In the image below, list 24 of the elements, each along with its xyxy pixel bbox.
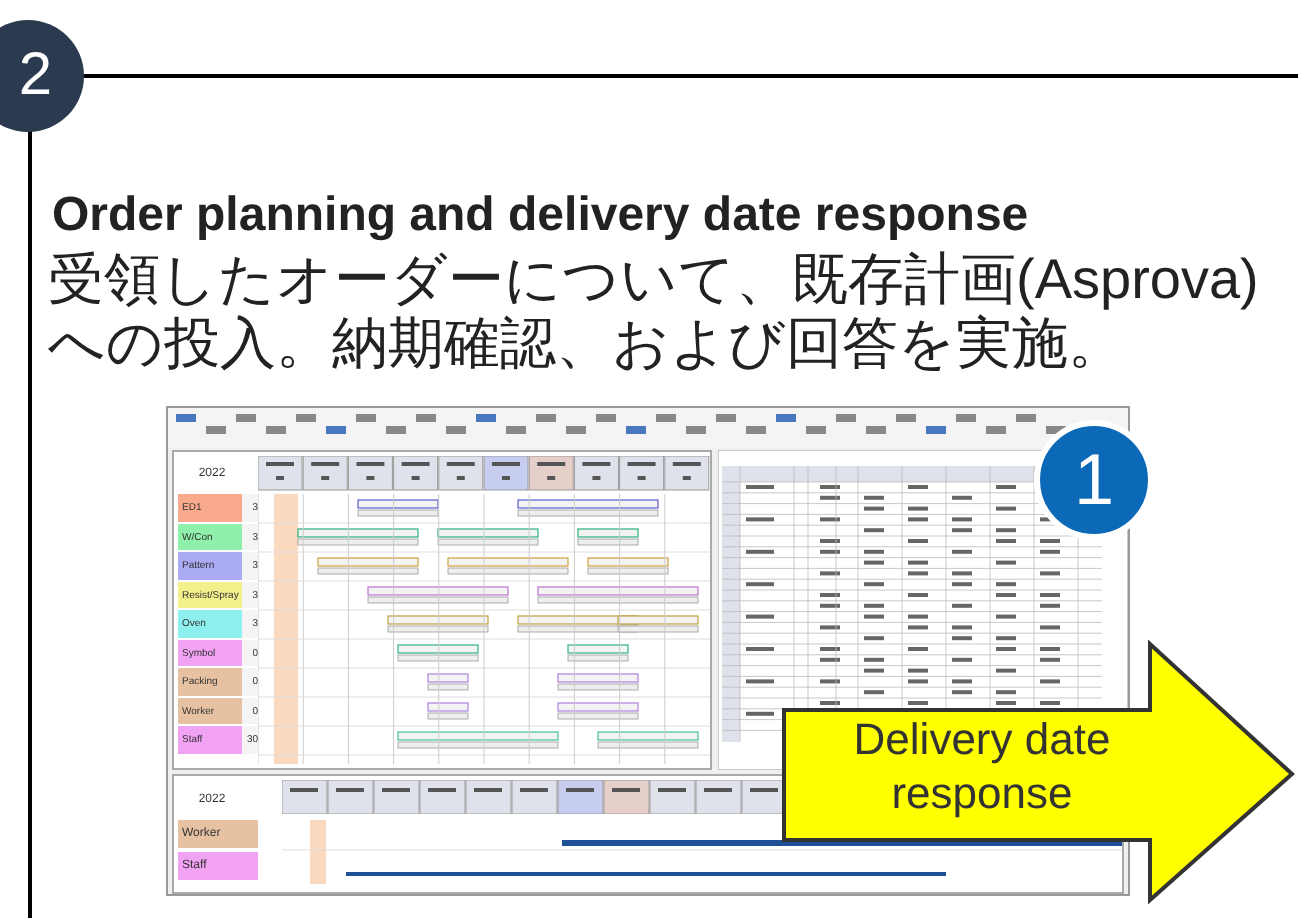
gantt-bar[interactable] [397,644,479,662]
gantt-bar[interactable] [567,644,629,662]
gantt-bar[interactable] [557,702,639,720]
gantt-bar[interactable] [437,528,539,546]
gantt-bar[interactable] [557,673,639,691]
gantt-bar[interactable] [397,731,559,749]
gantt-bar[interactable] [537,586,699,604]
gantt-bar[interactable] [367,586,509,604]
gantt-bar[interactable] [427,673,469,691]
section-title: Order planning and delivery date response [52,186,1029,246]
section-description: 受領したオーダーについて、既存計画(Asprova)への投入。納期確認、および回答を実施。 [48,248,1261,376]
gantt-bar[interactable] [597,731,699,749]
gantt-bar[interactable] [517,499,659,517]
gantt-bar[interactable] [617,615,699,633]
gantt-bar[interactable] [587,557,669,575]
gantt-bar[interactable] [297,528,419,546]
gantt-bar[interactable] [317,557,419,575]
gantt-bar[interactable] [357,499,439,517]
gantt-bar[interactable] [427,702,469,720]
gantt-bar[interactable] [387,615,489,633]
arrow-label: Delivery date response [851,712,1113,820]
step-badge: 2 [0,20,84,132]
gantt-bar[interactable] [447,557,569,575]
gantt-bar[interactable] [577,528,639,546]
